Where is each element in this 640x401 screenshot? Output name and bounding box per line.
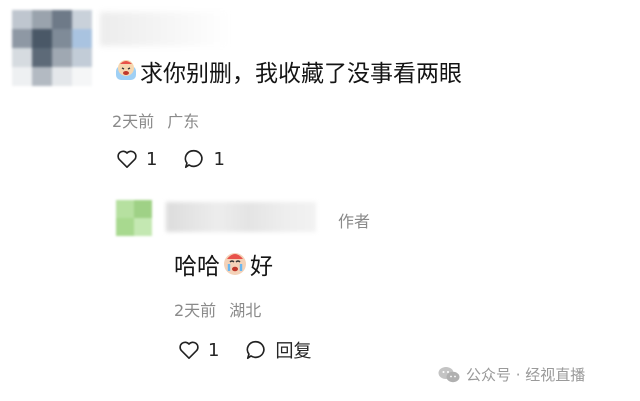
comment-thread: 求你别删，我收藏了没事看两眼 2天前 广东 1 1 作者 哈哈 好 2天前 湖北… — [0, 0, 640, 401]
reply-button[interactable]: 1 — [183, 148, 225, 170]
reply-time: 2天前 — [174, 301, 217, 320]
watermark-text: 公众号 · 经视直播 — [466, 366, 586, 384]
watermark: 公众号 · 经视直播 — [438, 364, 585, 385]
comment-bubble-icon — [247, 340, 266, 360]
reply-reply-button[interactable]: 回复 — [245, 337, 311, 363]
comment-actions: 1 1 — [116, 148, 251, 170]
reply-meta: 2天前 湖北 — [174, 297, 261, 321]
comment-body: 求你别删，我收藏了没事看两眼 — [140, 61, 462, 87]
avatar[interactable] — [12, 10, 92, 86]
username-blurred[interactable] — [100, 12, 230, 46]
like-count: 1 — [146, 148, 158, 170]
heart-icon — [117, 150, 137, 168]
comment-bubble-icon — [185, 149, 204, 169]
like-button[interactable]: 1 — [116, 149, 157, 170]
heart-icon — [179, 341, 199, 359]
reply-text-after: 好 — [250, 254, 273, 280]
reply-actions: 1 回复 — [178, 337, 337, 363]
reply-text: 哈哈 好 — [174, 250, 273, 284]
reply-label: 回复 — [275, 341, 312, 362]
reply-count: 1 — [213, 148, 225, 170]
reply-username-blurred[interactable] — [166, 202, 316, 232]
reply-like-button[interactable]: 1 — [178, 340, 219, 361]
reply-avatar[interactable] — [116, 200, 152, 236]
comment-text: 求你别删，我收藏了没事看两眼 — [112, 58, 462, 90]
author-tag: 作者 — [338, 212, 371, 231]
reply-text-before: 哈哈 — [174, 254, 220, 280]
reply-location: 湖北 — [229, 301, 262, 320]
crying-face-emoji — [114, 58, 138, 90]
wechat-icon — [438, 366, 460, 382]
comment-time: 2天前 — [112, 112, 155, 131]
crying-face-emoji — [222, 250, 248, 284]
comment-meta: 2天前 广东 — [112, 108, 199, 132]
reply-like-count: 1 — [208, 339, 220, 361]
comment-location: 广东 — [167, 112, 200, 131]
